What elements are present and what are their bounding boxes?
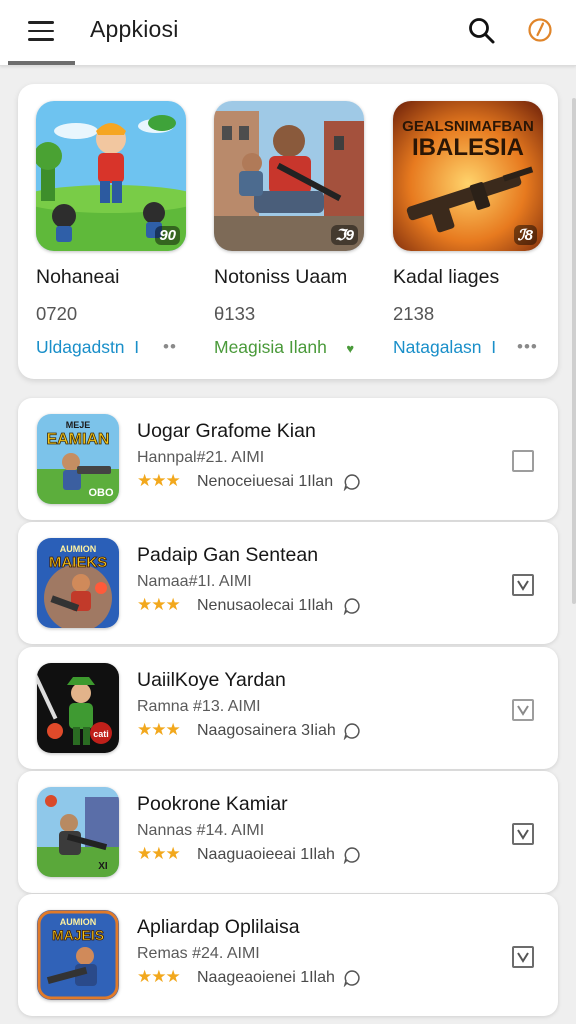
app-thumbnail[interactable]: cati xyxy=(37,663,119,753)
app-meta: Nenusaolecai 1Ilah xyxy=(197,597,334,614)
featured-badge: ℐ8 xyxy=(513,225,537,245)
comment-bubble-icon[interactable] xyxy=(343,473,361,492)
featured-action-link[interactable]: Natagalasn I xyxy=(393,337,496,358)
svg-text:cati: cati xyxy=(93,729,109,739)
select-checkbox[interactable] xyxy=(512,699,534,721)
svg-text:GEALSNIMAFBAN: GEALSNIMAFBAN xyxy=(402,118,534,135)
svg-text:EAMIAN: EAMIAN xyxy=(46,431,109,448)
featured-badge: 90 xyxy=(155,226,180,245)
app-thumbnail[interactable]: AUMION MAIEKS xyxy=(37,538,119,628)
app-title: UaiilKoye Yardan xyxy=(137,669,286,691)
featured-name: Notoniss Uaam xyxy=(214,266,348,288)
search-icon[interactable] xyxy=(466,15,498,47)
featured-count: 2138 xyxy=(393,303,435,324)
rating-stars: ★★★ xyxy=(137,844,181,863)
hamburger-menu-icon[interactable] xyxy=(22,16,60,46)
app-thumbnail[interactable]: AUMION MAJEIS xyxy=(37,910,119,1000)
app-subtitle: Nannas #14. AIMI xyxy=(137,822,265,839)
comment-bubble-icon[interactable] xyxy=(343,846,361,865)
app-subtitle: Ramna #13. AIMI xyxy=(137,698,261,715)
app-meta: Naaguaoieeai 1Ilah xyxy=(197,846,335,863)
app-meta: Nenoceiuesai 1Ilan xyxy=(197,473,334,490)
app-title: Apliardap Oplilaisa xyxy=(137,916,300,938)
app-meta: Naageaoienei 1Ilah xyxy=(197,969,335,986)
featured-name: Nohaneai xyxy=(36,266,120,288)
featured-thumbnail[interactable]: 90 xyxy=(36,101,186,251)
featured-action-link[interactable]: Uldagadstn I xyxy=(36,337,139,358)
featured-card: 90 Nohaneai 0720 Uldagadstn I •• ℑ9 Noto… xyxy=(18,84,558,379)
app-subtitle: Remas #24. AIMI xyxy=(137,945,260,962)
app-title: Pookrone Kamiar xyxy=(137,793,288,815)
list-item[interactable]: cati UaiilKoye Yardan Ramna #13. AIMI ★★… xyxy=(18,647,558,769)
comment-bubble-icon[interactable] xyxy=(343,722,361,741)
more-options-icon[interactable]: •• xyxy=(163,337,177,357)
svg-text:MAJEIS: MAJEIS xyxy=(52,927,104,943)
comment-bubble-icon[interactable] xyxy=(343,597,361,616)
list-item[interactable]: XI Pookrone Kamiar Nannas #14. AIMI ★★★ … xyxy=(18,771,558,893)
app-subtitle: Namaa#1I. AIMI xyxy=(137,573,252,590)
svg-text:MAIEKS: MAIEKS xyxy=(49,554,107,571)
rating-stars: ★★★ xyxy=(137,967,181,986)
list-item[interactable]: MEJE EAMIAN OBO Uogar Grafome Kian Hannp… xyxy=(18,398,558,520)
svg-text:MEJE: MEJE xyxy=(66,420,91,430)
svg-text:OBO: OBO xyxy=(88,487,114,499)
list-item[interactable]: AUMION MAIEKS Padaip Gan Sentean Namaa#1… xyxy=(18,522,558,644)
select-checkbox[interactable] xyxy=(512,946,534,968)
select-checkbox[interactable] xyxy=(512,823,534,845)
app-title: Appkiosi xyxy=(90,16,179,42)
featured-item[interactable]: ℑ9 Notoniss Uaam θ133 Meagisia Ilanh ♥ xyxy=(196,84,366,379)
featured-count: 0720 xyxy=(36,303,78,324)
select-checkbox[interactable] xyxy=(512,450,534,472)
list-item[interactable]: AUMION MAJEIS Apliardap Oplilaisa Remas … xyxy=(18,894,558,1016)
featured-count: θ133 xyxy=(214,303,256,324)
app-title: Padaip Gan Sentean xyxy=(137,544,319,566)
rating-stars: ★★★ xyxy=(137,720,181,739)
featured-action-link[interactable]: Meagisia Ilanh ♥ xyxy=(214,337,354,358)
comment-bubble-icon[interactable] xyxy=(343,969,361,988)
app-title: Uogar Grafome Kian xyxy=(137,420,316,442)
featured-thumbnail[interactable]: GEALSNIMAFBAN IBALESIA ℐ8 xyxy=(393,101,543,251)
app-thumbnail[interactable]: MEJE EAMIAN OBO xyxy=(37,414,119,504)
more-options-icon[interactable]: ••• xyxy=(517,337,538,357)
rating-stars: ★★★ xyxy=(137,471,181,490)
clock-history-icon[interactable] xyxy=(526,16,554,44)
featured-name: Kadal liages xyxy=(393,266,500,288)
featured-item[interactable]: GEALSNIMAFBAN IBALESIA ℐ8 Kadal liages 2… xyxy=(375,84,545,379)
select-checkbox[interactable] xyxy=(512,574,534,596)
app-subtitle: Hannpal#21. AIMI xyxy=(137,449,265,466)
featured-thumbnail[interactable]: ℑ9 xyxy=(214,101,364,251)
svg-text:XI: XI xyxy=(98,861,108,872)
app-thumbnail[interactable]: XI xyxy=(37,787,119,877)
svg-text:AUMION: AUMION xyxy=(60,917,97,927)
app-meta: Naagosainera 3Iiah xyxy=(197,722,336,739)
menu-active-indicator xyxy=(8,61,75,65)
svg-text:AUMION: AUMION xyxy=(60,544,97,554)
scrollbar[interactable] xyxy=(572,98,576,604)
app-bar: Appkiosi xyxy=(0,0,576,66)
featured-item[interactable]: 90 Nohaneai 0720 Uldagadstn I •• xyxy=(18,84,188,379)
rating-stars: ★★★ xyxy=(137,595,181,614)
featured-badge: ℑ9 xyxy=(331,225,358,245)
svg-text:IBALESIA: IBALESIA xyxy=(412,134,524,161)
